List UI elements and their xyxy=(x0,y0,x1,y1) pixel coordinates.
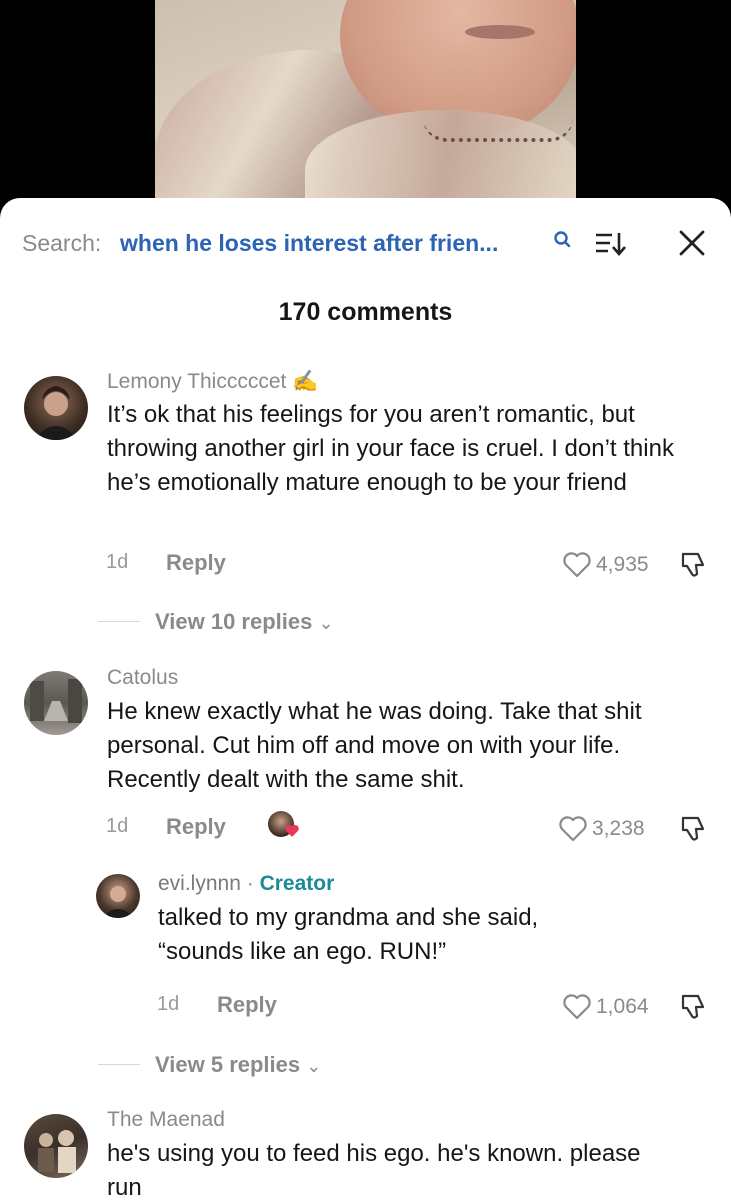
creator-liked-avatar xyxy=(268,811,300,839)
reply-text: talked to my grandma and she said, “soun… xyxy=(158,904,539,965)
reply-button[interactable]: Reply xyxy=(217,992,277,1018)
comment-item: The Maenad he's using you to feed his eg… xyxy=(0,1108,731,1200)
comment-username[interactable]: Lemony Thicccccet ✍ xyxy=(107,370,318,394)
chevron-down-icon: ⌄ xyxy=(306,1056,322,1076)
view-replies-button[interactable]: View 10 replies ⌄ xyxy=(155,609,334,635)
comments-count-title: 170 comments xyxy=(278,298,453,326)
divider-line xyxy=(98,1064,140,1065)
view-replies-button[interactable]: View 5 replies ⌄ xyxy=(155,1052,321,1078)
separator-dot: · xyxy=(246,872,254,895)
video-thumbnail xyxy=(155,0,576,215)
search-query-link[interactable]: when he loses interest after frien... xyxy=(120,230,498,257)
comment-username[interactable]: Catolus xyxy=(107,666,178,690)
like-button[interactable]: 4,935 xyxy=(562,550,662,580)
liked-heart-icon xyxy=(285,824,299,837)
like-count: 3,238 xyxy=(592,817,645,840)
avatar-street-icon xyxy=(30,679,82,723)
writing-hand-emoji: ✍ xyxy=(292,370,319,393)
reply-button[interactable]: Reply xyxy=(166,550,226,576)
avatar[interactable] xyxy=(24,1114,88,1178)
view-replies-label: View 10 replies xyxy=(155,609,313,634)
comments-sheet: Search: when he loses interest after fri… xyxy=(0,198,731,1200)
heart-icon xyxy=(563,552,591,578)
dislike-icon[interactable] xyxy=(678,992,708,1022)
video-mouth-shape xyxy=(465,25,535,39)
search-label: Search: xyxy=(22,230,102,256)
comment-text: He knew exactly what he was doing. Take … xyxy=(107,698,642,793)
comment-text: he's using you to feed his ego. he's kno… xyxy=(107,1140,641,1200)
comment-item: Lemony Thicccccet ✍ It’s ok that his fee… xyxy=(0,368,731,638)
divider-line xyxy=(98,621,140,622)
comment-username[interactable]: The Maenad xyxy=(107,1108,225,1132)
reply-button[interactable]: Reply xyxy=(166,814,226,840)
chevron-down-icon: ⌄ xyxy=(318,613,334,633)
video-necklace-shape xyxy=(423,118,573,142)
comment-username-text: Lemony Thicccccet xyxy=(107,370,287,393)
reply-username[interactable]: evi.lynnn · Creator xyxy=(158,872,334,896)
like-count: 4,935 xyxy=(596,553,649,576)
avatar[interactable] xyxy=(24,671,88,735)
reply-item: evi.lynnn · Creator talked to my grandma… xyxy=(0,872,731,1022)
reply-time: 1d xyxy=(157,993,180,1015)
close-icon[interactable] xyxy=(677,228,707,258)
sort-icon[interactable] xyxy=(594,229,626,259)
video-background[interactable] xyxy=(0,0,731,215)
avatar-person-icon xyxy=(34,386,78,440)
avatar[interactable] xyxy=(96,874,140,918)
like-count: 1,064 xyxy=(596,995,649,1018)
comment-time: 1d xyxy=(106,551,129,573)
avatar-figures-icon xyxy=(38,1130,76,1173)
search-icon[interactable] xyxy=(552,229,574,251)
reply-username-text: evi.lynnn xyxy=(158,872,241,895)
view-replies-label: View 5 replies xyxy=(155,1052,301,1077)
comment-item: Catolus He knew exactly what he was doin… xyxy=(0,666,731,1086)
comment-time: 1d xyxy=(106,815,129,837)
like-button[interactable]: 3,238 xyxy=(558,814,658,844)
dislike-icon[interactable] xyxy=(678,550,708,580)
dislike-icon[interactable] xyxy=(678,814,708,844)
avatar[interactable] xyxy=(24,376,88,440)
heart-icon xyxy=(559,816,587,842)
comment-text: It’s ok that his feelings for you aren’t… xyxy=(107,401,674,496)
avatar-person-icon xyxy=(102,886,134,918)
search-bar[interactable]: Search: when he loses interest after fri… xyxy=(22,228,712,258)
creator-badge: Creator xyxy=(259,872,335,895)
heart-icon xyxy=(563,994,591,1020)
like-button[interactable]: 1,064 xyxy=(562,992,662,1022)
